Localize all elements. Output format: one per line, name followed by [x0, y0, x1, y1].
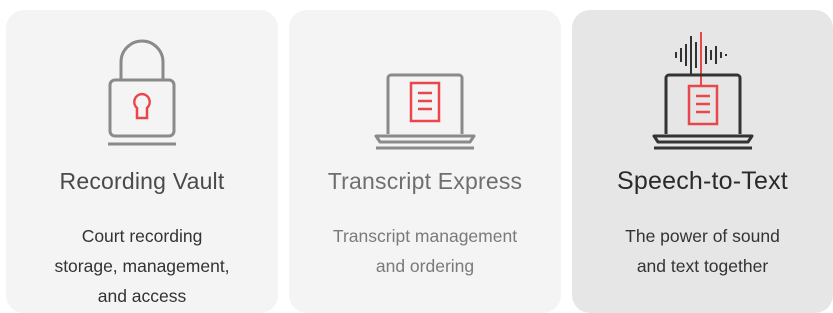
transcript-express-card[interactable]: Transcript Express Transcript management…: [289, 10, 561, 313]
card-description-line: storage, management,: [54, 256, 230, 276]
laptop-document-icon-container: [289, 24, 561, 154]
card-title: Transcript Express: [327, 168, 523, 194]
card-description: The power of sound and text together: [582, 221, 823, 281]
card-description-line: and access: [97, 286, 187, 306]
card-description-line: Transcript management: [332, 226, 518, 246]
speech-to-text-card[interactable]: Speech-to-Text The power of sound and te…: [572, 10, 833, 313]
card-description-line: Court recording: [81, 226, 203, 246]
card-title: Speech-to-Text: [617, 167, 788, 195]
laptop-soundwave-icon-container: [572, 24, 833, 154]
recording-vault-card[interactable]: Recording Vault Court recording storage,…: [6, 10, 278, 313]
card-title: Recording Vault: [59, 168, 225, 194]
laptop-document-icon: [374, 73, 476, 150]
card-description-line: The power of sound: [625, 226, 780, 246]
card-description-line: and ordering: [375, 256, 475, 276]
lock-icon: [108, 39, 176, 146]
laptop-soundwave-icon: [652, 32, 753, 150]
card-description: Transcript management and ordering: [299, 221, 551, 281]
lock-icon-container: [6, 24, 278, 154]
card-description: Court recording storage, management, and…: [16, 221, 268, 311]
product-cards: Recording Vault Court recording storage,…: [0, 0, 833, 313]
card-description-line: and text together: [636, 256, 769, 276]
